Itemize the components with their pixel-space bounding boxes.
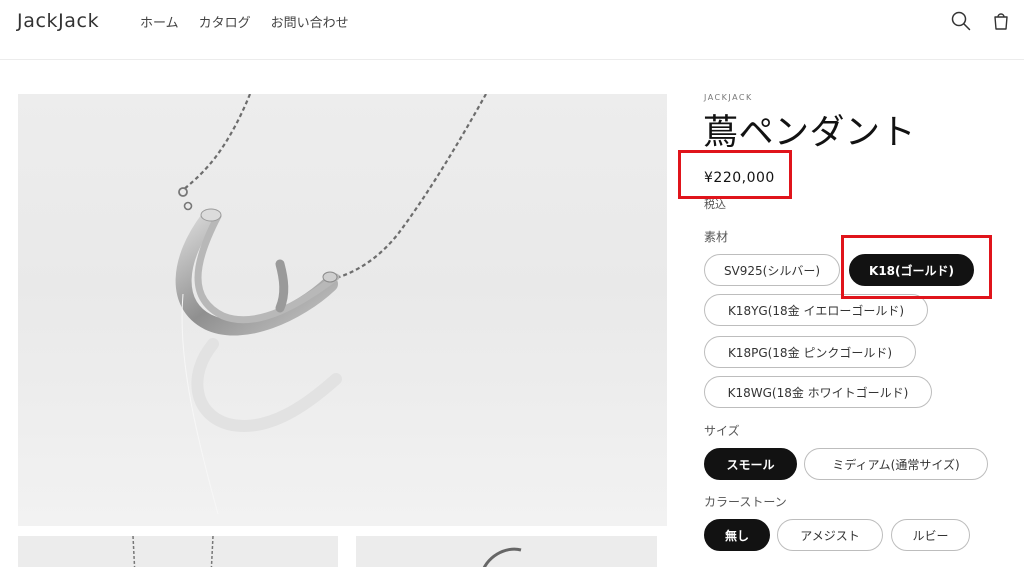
product-thumbnail[interactable] [18,536,338,567]
size-label: サイズ [704,424,740,438]
stone-option-ruby[interactable]: ルビー [891,519,970,551]
stone-label: カラーストーン [704,495,787,509]
product-title: 蔦ペンダント [703,113,917,153]
cart-icon[interactable] [990,10,1012,32]
site-header: JackJack ホーム カタログ お問い合わせ [0,0,1024,60]
thumbnail-image [132,536,214,567]
stone-option-none[interactable]: 無し [704,519,770,551]
product-price: ¥220,000 [704,170,775,186]
size-option-small[interactable]: スモール [704,448,797,480]
nav-contact[interactable]: お問い合わせ [271,12,349,31]
nav-catalog[interactable]: カタログ [199,12,251,31]
site-logo[interactable]: JackJack [17,10,99,32]
product-main-image[interactable] [18,94,667,526]
product-vendor: JACKJACK [704,93,753,102]
pendant-illustration [175,94,487,515]
thumbnail-image [482,547,522,567]
stone-option-amethyst[interactable]: アメジスト [777,519,883,551]
product-thumbnail[interactable] [356,536,657,567]
size-option-medium[interactable]: ミディアム(通常サイズ) [804,448,988,480]
material-label: 素材 [704,230,729,244]
material-option-k18[interactable]: K18(ゴールド) [849,254,974,286]
material-option-k18pg[interactable]: K18PG(18金 ピンクゴールド) [704,336,916,368]
material-option-sv925[interactable]: SV925(シルバー) [704,254,840,286]
material-option-k18yg[interactable]: K18YG(18金 イエローゴールド) [704,294,928,326]
material-option-k18wg[interactable]: K18WG(18金 ホワイトゴールド) [704,376,932,408]
main-nav: ホーム カタログ お問い合わせ [140,12,349,31]
nav-home[interactable]: ホーム [140,12,179,31]
tax-note: 税込 [704,198,726,211]
search-icon[interactable] [950,10,972,32]
